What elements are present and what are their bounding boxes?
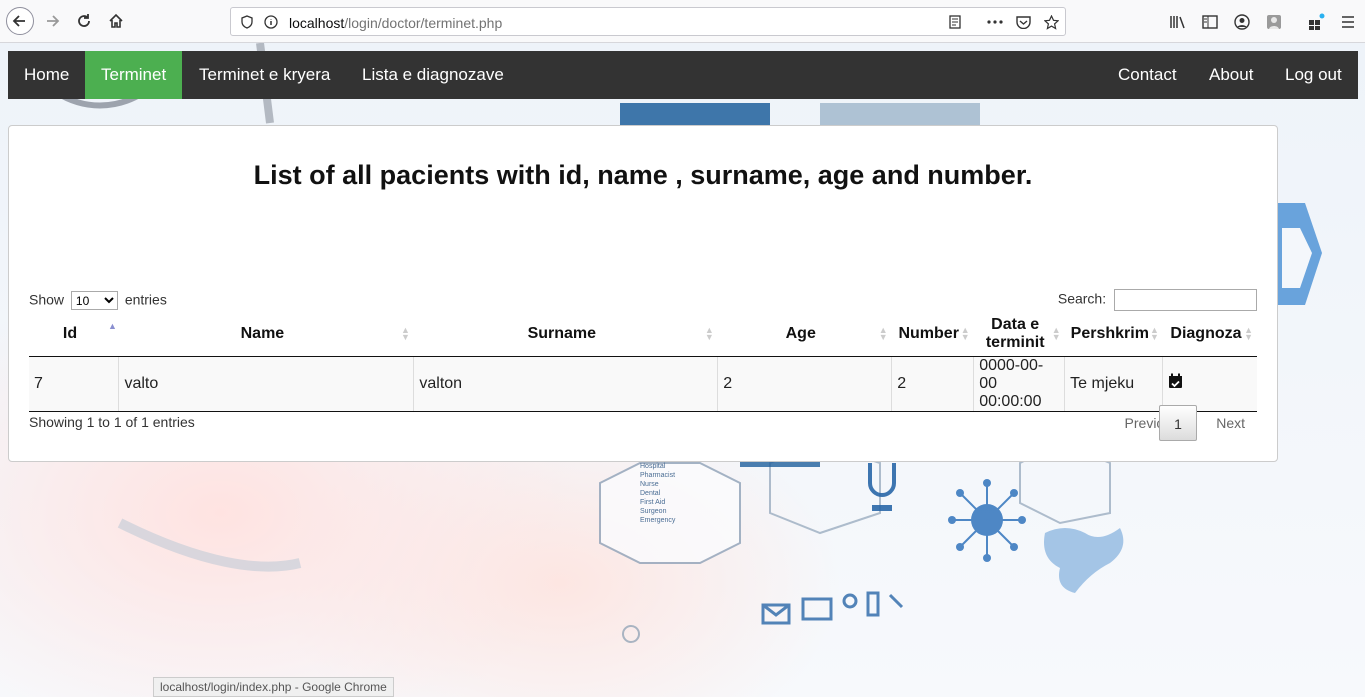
col-header-label: Pershkrim (1070, 325, 1149, 343)
cell-diagnoza (1162, 356, 1257, 412)
svg-text:Hospital: Hospital (640, 463, 666, 470)
shield-icon[interactable] (239, 14, 255, 30)
table-row: 7 valto valton 2 2 0000-00-00 00:00:00 T… (29, 356, 1257, 412)
address-bar[interactable]: localhost/login/doctor/terminet.php (230, 7, 1066, 36)
cell-surname: valton (413, 356, 719, 412)
stethoscope-symbol-icon (868, 463, 896, 511)
reload-icon (78, 14, 90, 27)
page-length-control: Show 10 entries (29, 291, 167, 310)
sort-both-icon: ▲ ▼ (1150, 325, 1159, 342)
world-map-icon (1044, 528, 1124, 593)
page-title: List of all pacients with id, name , sur… (253, 160, 1033, 190)
col-header-label: Data e terminit (985, 316, 1045, 352)
sort-both-icon: ▲ ▼ (1051, 325, 1061, 342)
reader-view-icon[interactable] (947, 14, 963, 30)
sort-asc-icon: ▲ (108, 321, 117, 331)
search-filter: Search: (1058, 289, 1257, 311)
cell-age: 2 (717, 356, 893, 412)
url-host: localhost (289, 15, 345, 31)
col-header-label: Diagnoza (1170, 325, 1242, 343)
extension-avatar-icon[interactable] (1264, 12, 1284, 32)
cell-data-e-terminit: 0000-00-00 00:00:00 (973, 356, 1066, 412)
extensions-icon[interactable] (1306, 12, 1326, 32)
svg-text:Emergency: Emergency (640, 517, 676, 524)
page-1-button[interactable]: 1 (1159, 405, 1197, 441)
col-header-surname[interactable]: Surname ▲ ▼ (413, 313, 718, 357)
cell-number: 2 (891, 356, 975, 412)
home-button[interactable] (102, 7, 130, 35)
bookmark-star-icon[interactable] (1043, 14, 1059, 30)
back-arrow-icon (12, 15, 25, 27)
back-button[interactable] (6, 7, 34, 35)
nav-home[interactable]: Home (8, 51, 85, 99)
col-header-id[interactable]: Id ▲ (29, 313, 119, 357)
search-label: Search: (1057, 290, 1107, 307)
svg-text:Pharmacist: Pharmacist (640, 472, 675, 479)
sidebar-icon[interactable] (1200, 12, 1220, 32)
patients-table: Id ▲ Name ▲ ▼ Surname ▲ ▼ Age ▲ ▼ Number ▲ ▼ Data… (29, 313, 1257, 412)
virus-icon (948, 479, 1026, 562)
show-label: Show (29, 291, 65, 308)
nav-lista-e-diagnozave[interactable]: Lista e diagnozave (346, 51, 520, 99)
search-input[interactable] (1114, 289, 1257, 311)
next-button[interactable]: Next (1204, 405, 1257, 441)
col-header-label: Number (898, 325, 959, 343)
table-info: Showing 1 to 1 of 1 entries (29, 414, 195, 430)
table-header-row: Id ▲ Name ▲ ▼ Surname ▲ ▼ Age ▲ ▼ Number ▲ ▼ Data… (29, 313, 1257, 357)
col-header-name[interactable]: Name ▲ ▼ (118, 313, 414, 357)
menu-hamburger-icon[interactable] (1338, 12, 1358, 32)
svg-text:Surgeon: Surgeon (640, 508, 667, 515)
nav-log-out[interactable]: Log out (1269, 51, 1358, 99)
nav-contact[interactable]: Contact (1102, 51, 1193, 99)
sort-both-icon: ▲ ▼ (960, 325, 970, 342)
svg-text:Nurse: Nurse (640, 481, 659, 488)
col-header-diagnoza[interactable]: Diagnoza ▲ ▼ (1162, 313, 1257, 357)
pagination: Previous 1 Next (1125, 405, 1257, 441)
url-path: /login/doctor/terminet.php (344, 15, 503, 31)
patients-card: List of all pacients with id, name , sur… (8, 125, 1278, 462)
more-actions-icon[interactable] (987, 14, 1003, 30)
forward-button[interactable] (38, 7, 66, 35)
nav-terminet-e-kryera[interactable]: Terminet e kryera (183, 51, 346, 99)
sort-both-icon: ▲ ▼ (704, 325, 714, 342)
entries-label: entries (124, 291, 167, 308)
sort-both-icon: ▲ ▼ (878, 325, 888, 342)
svg-text:Dental: Dental (640, 490, 661, 497)
col-header-label: Surname (527, 325, 597, 343)
pocket-icon[interactable] (1015, 14, 1031, 30)
status-bar: localhost/login/index.php - Google Chrom… (153, 677, 394, 697)
cell-name: valto (118, 356, 415, 412)
col-header-number[interactable]: Number ▲ ▼ (891, 313, 974, 357)
page-length-select[interactable]: 10 (70, 291, 118, 310)
nav-terminet[interactable]: Terminet (85, 51, 183, 99)
info-icon[interactable] (263, 14, 279, 30)
reload-button[interactable] (70, 7, 98, 35)
cell-pershkrim: Te mjeku (1064, 356, 1164, 412)
account-icon[interactable] (1232, 12, 1252, 32)
col-header-pershkrim[interactable]: Pershkrim ▲ ▼ (1064, 313, 1163, 357)
home-icon (109, 13, 123, 28)
sort-both-icon: ▲ ▼ (400, 325, 410, 342)
forward-arrow-icon (47, 15, 60, 27)
browser-toolbar: localhost/login/doctor/terminet.php (0, 0, 1365, 43)
sort-both-icon: ▲ ▼ (1244, 325, 1253, 342)
library-icon[interactable] (1168, 12, 1188, 32)
col-header-data-e-terminit[interactable]: Data e terminit ▲ ▼ (973, 313, 1065, 357)
monitor-icon (801, 597, 833, 621)
cell-id: 7 (29, 356, 120, 412)
nav-about[interactable]: About (1193, 51, 1269, 99)
calendar-check-icon[interactable] (1168, 373, 1184, 389)
col-header-label: Name (240, 325, 285, 343)
svg-text:First Aid: First Aid (640, 499, 665, 506)
main-navbar: Home Terminet Terminet e kryera Lista e … (8, 51, 1358, 99)
col-header-label: Id (62, 325, 78, 343)
url-text: localhost/login/doctor/terminet.php (289, 15, 502, 31)
col-header-age[interactable]: Age ▲ ▼ (717, 313, 892, 357)
power-icon (622, 625, 640, 643)
col-header-label: Age (785, 325, 816, 343)
